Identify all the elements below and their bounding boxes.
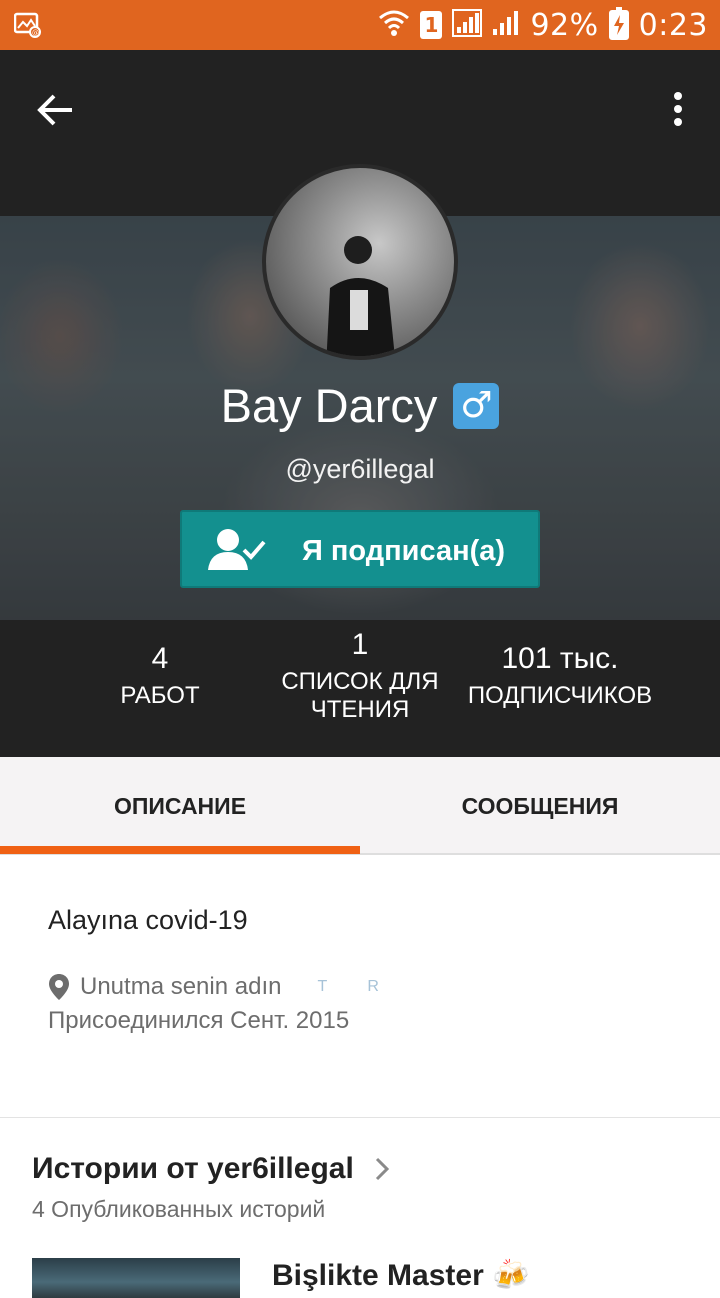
about-section: Alayına covid-19 Unutma senin adın T R П…: [0, 857, 720, 1117]
stat-followers-value: 101 тыс.: [501, 642, 619, 675]
stories-count: 4 Опубликованных историй: [32, 1196, 326, 1222]
stat-followers-label: ПОДПИСЧИКОВ: [467, 682, 653, 709]
location-text: Unutma senin adın: [80, 973, 282, 1000]
profile-handle: @yer6illegal: [285, 454, 435, 484]
chevron-right-icon: [374, 1156, 390, 1182]
stat-reading-lists-value: 1: [351, 628, 369, 661]
following-button-label: Я подписан(а): [302, 535, 506, 567]
profile-description: Alayına covid-19: [48, 905, 248, 935]
battery-charging-icon: [608, 7, 629, 40]
stat-reading-lists-label-line1: СПИСОК ДЛЯ: [281, 668, 439, 695]
story-cover-thumbnail[interactable]: [32, 1258, 240, 1298]
stat-works-label: РАБОТ: [120, 682, 200, 709]
stat-works-value: 4: [151, 642, 169, 675]
tab-messages[interactable]: СООБЩЕНИЯ: [360, 757, 720, 853]
faint-marks: T R: [317, 978, 397, 995]
signal-icon: [452, 9, 483, 41]
avatar[interactable]: [262, 164, 458, 360]
section-divider: [0, 1117, 720, 1118]
wifi-icon: [378, 8, 410, 42]
stories-header[interactable]: Истории от yer6illegal: [32, 1152, 390, 1186]
notification-email-icon: @: [13, 12, 42, 38]
profile-name-text: Bay Darcy: [220, 379, 438, 432]
joined-date: Присоединился Сент. 2015: [48, 1007, 350, 1034]
following-button[interactable]: Я подписан(а): [180, 510, 540, 588]
profile-tabs: ОПИСАНИЕ СООБЩЕНИЯ: [0, 757, 720, 855]
profile-name: Bay Darcy ♂: [0, 378, 720, 433]
stories-title: Истории от yer6illegal: [32, 1152, 354, 1185]
stat-works[interactable]: 4 РАБОТ: [50, 642, 270, 710]
story-title[interactable]: Bişlikte Master 🍻: [272, 1258, 529, 1293]
svg-text:@: @: [32, 29, 39, 37]
profile-header: Bay Darcy ♂ @yer6illegal Я подписан(а) 4…: [0, 50, 720, 757]
location-row: Unutma senin adın T R: [48, 969, 397, 1005]
stat-followers[interactable]: 101 тыс. ПОДПИСЧИКОВ: [450, 642, 670, 710]
profile-stats: 4 РАБОТ 1 СПИСОК ДЛЯ ЧТЕНИЯ 101 тыс. ПОД…: [0, 624, 720, 757]
back-arrow-icon[interactable]: [32, 86, 80, 134]
active-tab-indicator: [0, 846, 360, 854]
stat-reading-lists-label: СПИСОК ДЛЯ ЧТЕНИЯ: [250, 668, 470, 724]
signal-icon-2: [492, 9, 520, 41]
sim-badge: 1: [420, 11, 443, 39]
male-sign-icon: ♂: [453, 382, 500, 429]
user-check-icon: [206, 526, 268, 572]
stat-reading-lists-label-line2: ЧТЕНИЯ: [310, 696, 410, 723]
battery-percent: 92%: [530, 7, 599, 43]
stat-reading-lists[interactable]: 1 СПИСОК ДЛЯ ЧТЕНИЯ: [250, 628, 470, 724]
tab-about[interactable]: ОПИСАНИЕ: [0, 757, 360, 853]
more-options-icon[interactable]: [666, 86, 690, 134]
status-bar: @ 1 92% 0:23: [0, 0, 720, 50]
clock: 0:23: [638, 7, 708, 43]
location-pin-icon: [48, 973, 70, 1001]
